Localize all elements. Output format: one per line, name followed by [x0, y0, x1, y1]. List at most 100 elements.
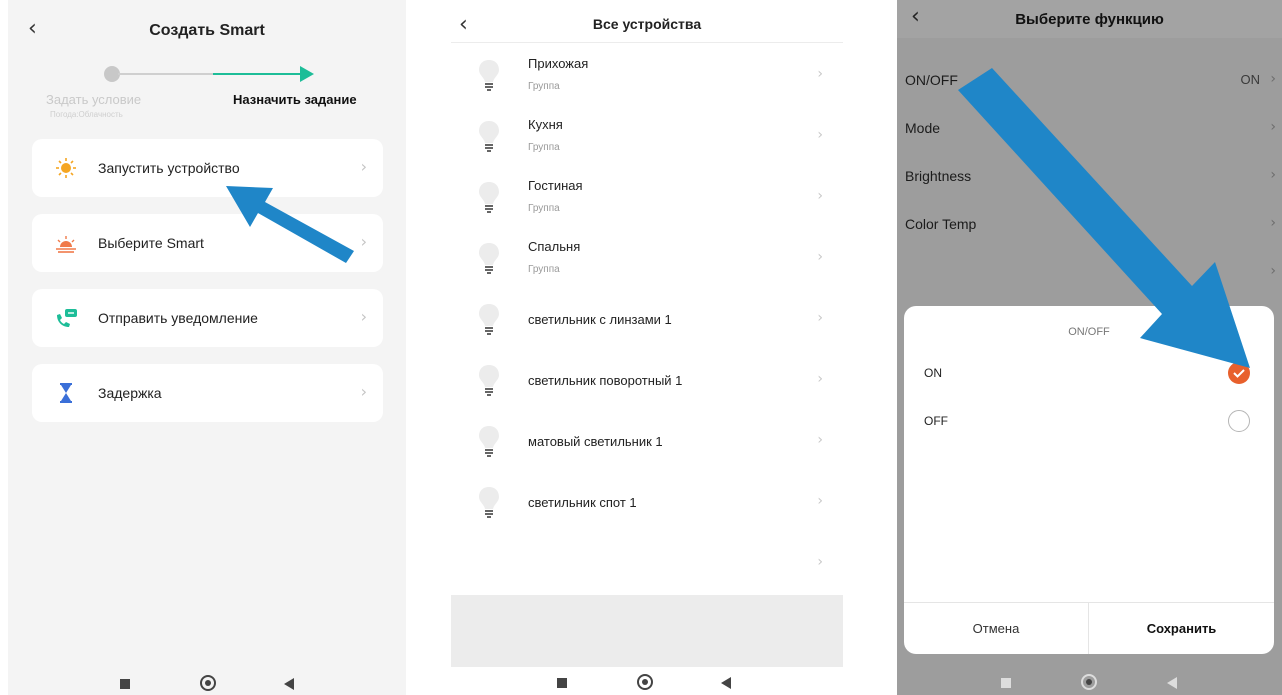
page-title: Все устройства: [592, 16, 702, 32]
chevron-right-icon: ›: [1270, 263, 1276, 279]
chevron-right-icon: ›: [817, 249, 823, 265]
step-line-active: [213, 73, 303, 75]
device-item[interactable]: матовый светильник 1 ›: [451, 410, 843, 471]
device-name: светильник с линзами 1: [528, 312, 672, 327]
chevron-right-icon: ›: [817, 127, 823, 143]
save-button[interactable]: Сохранить: [1089, 603, 1274, 654]
header: ‹ Создать Smart: [8, 0, 406, 58]
function-value: ON: [1240, 72, 1261, 87]
bulb-icon: [479, 121, 499, 152]
step-indicator: Задать условие Погода:Облачность Назначи…: [8, 60, 406, 130]
device-item[interactable]: Гостиная Группа ›: [451, 166, 843, 227]
nav-back-icon[interactable]: [1167, 677, 1177, 689]
option-label: OFF: [924, 414, 948, 428]
option-label: ON: [924, 366, 942, 380]
page-title: Выберите функцию: [1015, 11, 1164, 28]
chevron-right-icon: ›: [360, 157, 367, 176]
chevron-right-icon: ›: [817, 310, 823, 326]
recent-apps-icon[interactable]: [1001, 678, 1011, 688]
bulb-icon: [479, 304, 499, 335]
chevron-right-icon: ›: [360, 232, 367, 251]
action-label: Выберите Smart: [98, 235, 204, 251]
divider: [451, 42, 843, 43]
function-color-temp[interactable]: Color Temp ›: [897, 201, 1282, 249]
action-label: Запустить устройство: [98, 160, 240, 176]
sunrise-icon: [56, 236, 76, 253]
home-icon[interactable]: [1081, 674, 1097, 690]
device-item[interactable]: Спальня Группа ›: [451, 227, 843, 288]
on-off-dialog: ON/OFF ON OFF Отмена Сохранить: [904, 306, 1274, 654]
chevron-right-icon: ›: [1270, 167, 1276, 183]
action-delay[interactable]: Задержка ›: [32, 364, 383, 422]
recent-apps-icon[interactable]: [557, 678, 567, 688]
nav-back-icon[interactable]: [721, 677, 731, 689]
device-item[interactable]: ›: [451, 532, 843, 593]
action-label: Задержка: [98, 385, 162, 401]
bulb-icon: [479, 426, 499, 457]
action-label: Отправить уведомление: [98, 310, 258, 326]
chevron-right-icon: ›: [1270, 215, 1276, 231]
dialog-title: ON/OFF: [1068, 326, 1110, 338]
device-name: матовый светильник 1: [528, 434, 663, 449]
chevron-right-icon: ›: [1270, 71, 1276, 87]
device-type: Группа: [528, 81, 560, 92]
function-item[interactable]: ›: [897, 249, 1282, 297]
device-item[interactable]: светильник спот 1 ›: [451, 471, 843, 532]
device-item[interactable]: Прихожая Группа ›: [451, 44, 843, 105]
nav-back-icon[interactable]: [284, 678, 294, 690]
device-name: Кухня: [528, 117, 563, 132]
step-line: [118, 73, 213, 75]
function-on-off[interactable]: ON/OFF ON ›: [897, 57, 1282, 105]
all-devices-screen: ‹ Все устройства Прихожая Группа › Кухня…: [451, 0, 843, 695]
create-smart-screen: ‹ Создать Smart Задать условие Погода:Об…: [8, 0, 406, 695]
device-name: Спальня: [528, 239, 581, 254]
bulb-icon: [479, 487, 499, 518]
hourglass-icon: [60, 383, 72, 403]
action-run-device[interactable]: Запустить устройство ›: [32, 139, 383, 197]
chevron-right-icon: ›: [360, 307, 367, 326]
chevron-right-icon: ›: [817, 66, 823, 82]
device-item[interactable]: светильник поворотный 1 ›: [451, 349, 843, 410]
bulb-icon: [479, 365, 499, 396]
function-brightness[interactable]: Brightness ›: [897, 153, 1282, 201]
function-name: ON/OFF: [905, 72, 958, 88]
radio-icon[interactable]: [1228, 410, 1250, 432]
sun-icon: [56, 158, 76, 178]
bottom-area: [451, 595, 843, 667]
checkmark-icon: [1233, 369, 1245, 378]
function-name: Color Temp: [905, 216, 977, 232]
device-type: Группа: [528, 264, 560, 275]
select-function-screen: ‹ Выберите функцию ON/OFF ON › Mode › Br…: [897, 0, 1282, 695]
action-select-smart[interactable]: Выберите Smart ›: [32, 214, 383, 272]
chevron-right-icon: ›: [817, 554, 823, 570]
option-off[interactable]: OFF: [904, 398, 1274, 444]
system-nav-bar: [897, 669, 1282, 695]
home-icon[interactable]: [200, 675, 216, 691]
check-icon[interactable]: [1228, 362, 1250, 384]
chevron-right-icon: ›: [817, 188, 823, 204]
step-arrow-icon: [300, 66, 314, 82]
device-name: светильник спот 1: [528, 495, 637, 510]
chevron-right-icon: ›: [1270, 119, 1276, 135]
phone-message-icon: [57, 309, 77, 327]
step-condition-sub: Погода:Облачность: [50, 110, 123, 119]
device-type: Группа: [528, 203, 560, 214]
step-task-label: Назначить задание: [233, 92, 357, 107]
recent-apps-icon[interactable]: [120, 679, 130, 689]
device-item[interactable]: Кухня Группа ›: [451, 105, 843, 166]
device-type: Группа: [528, 142, 560, 153]
bulb-icon: [479, 182, 499, 213]
device-item[interactable]: светильник с линзами 1 ›: [451, 288, 843, 349]
action-send-notification[interactable]: Отправить уведомление ›: [32, 289, 383, 347]
home-icon[interactable]: [637, 674, 653, 690]
chevron-right-icon: ›: [817, 432, 823, 448]
option-on[interactable]: ON: [904, 350, 1274, 396]
chevron-right-icon: ›: [817, 371, 823, 387]
step-condition-label[interactable]: Задать условие: [46, 92, 141, 107]
bulb-icon: [479, 243, 499, 274]
function-name: Brightness: [905, 168, 972, 184]
function-mode[interactable]: Mode ›: [897, 105, 1282, 153]
bulb-icon: [479, 60, 499, 91]
cancel-button[interactable]: Отмена: [904, 603, 1088, 654]
system-nav-bar: [451, 671, 843, 695]
